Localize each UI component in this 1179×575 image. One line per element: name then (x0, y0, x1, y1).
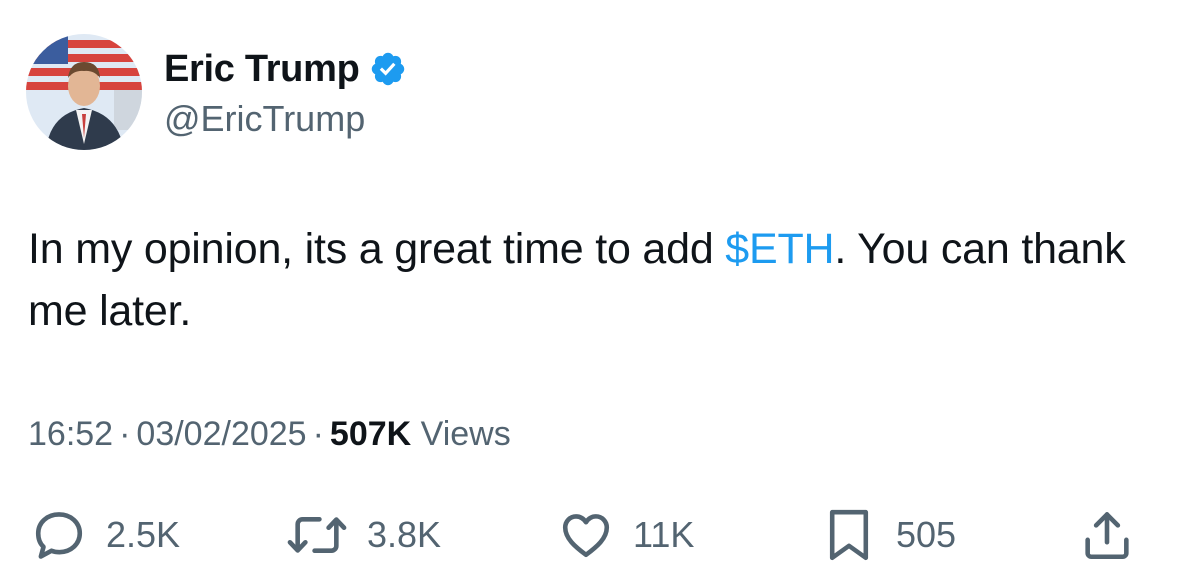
avatar[interactable] (26, 34, 142, 150)
author-block: Eric Trump @EricTrump (164, 44, 407, 140)
name-row: Eric Trump (164, 44, 407, 94)
tweet-text: In my opinion, its a great time to add $… (28, 218, 1158, 342)
author-handle[interactable]: @EricTrump (164, 98, 407, 140)
views-label: Views (420, 415, 511, 453)
share-icon (1078, 506, 1136, 564)
views-count: 507K (329, 415, 412, 453)
meta-separator: · (119, 415, 131, 453)
verified-badge-icon (369, 50, 407, 88)
like-icon (557, 506, 615, 564)
repost-icon (285, 506, 349, 564)
cashtag-link[interactable]: $ETH (725, 225, 834, 273)
reply-icon (30, 506, 88, 564)
share-button[interactable] (1078, 500, 1136, 570)
tweet-text-before: In my opinion, its a great time to add (28, 225, 726, 273)
repost-count: 3.8K (367, 514, 442, 555)
tweet-date[interactable]: 03/02/2025 (136, 415, 306, 453)
reply-button[interactable]: 2.5K (30, 500, 180, 570)
bookmark-icon (820, 505, 878, 565)
reply-count: 2.5K (106, 514, 181, 555)
like-button[interactable]: 11K (557, 500, 694, 570)
author-display-name[interactable]: Eric Trump (164, 48, 360, 91)
meta-separator: · (312, 415, 324, 453)
action-bar: 2.5K 3.8K 11K 505 (0, 500, 1179, 570)
like-count: 11K (633, 514, 695, 555)
tweet-meta: 16:52 · 03/02/2025 · 507K Views (28, 415, 511, 454)
repost-button[interactable]: 3.8K (285, 500, 441, 570)
bookmark-count: 505 (896, 514, 957, 555)
bookmark-button[interactable]: 505 (820, 500, 956, 570)
tweet-card: Eric Trump @EricTrump In my opinion, its… (0, 0, 1179, 575)
tweet-time[interactable]: 16:52 (28, 415, 113, 453)
